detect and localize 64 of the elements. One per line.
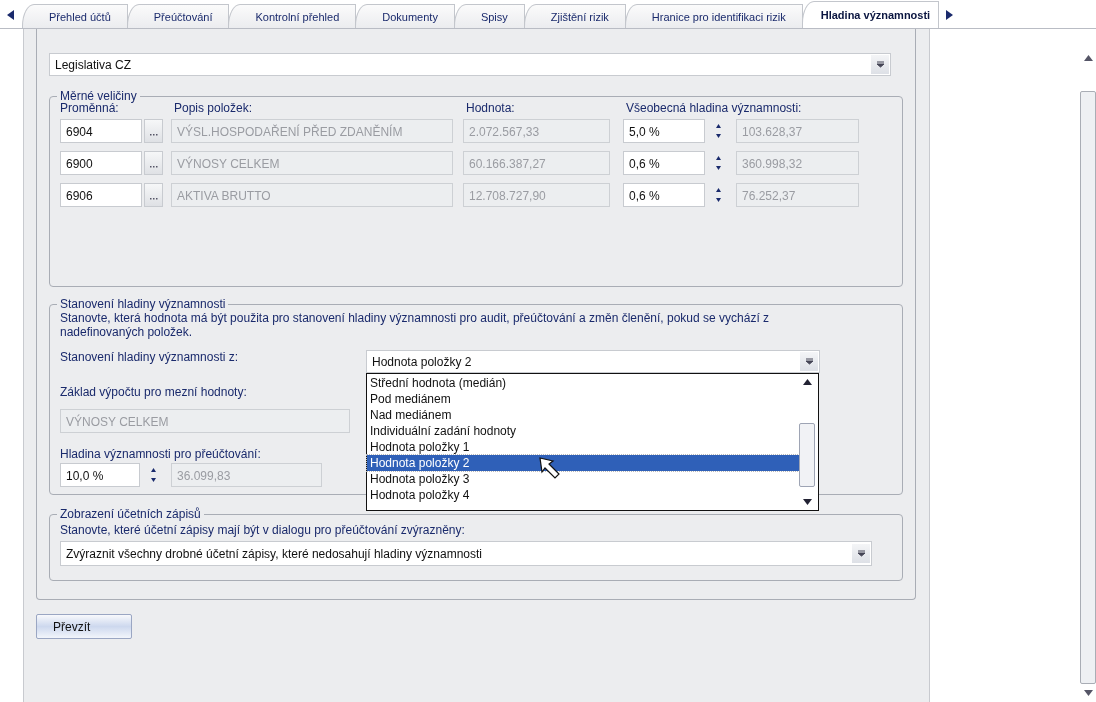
left-arrow-icon bbox=[7, 10, 15, 20]
list-option[interactable]: Hodnota položky 3 bbox=[367, 471, 799, 487]
value-field: 2.072.567,33 bbox=[463, 119, 610, 143]
legislation-select[interactable]: Legislativa CZ bbox=[49, 53, 891, 76]
list-option[interactable]: Hodnota položky 4 bbox=[367, 487, 799, 503]
list-option[interactable]: Hodnota položky 1 bbox=[367, 439, 799, 455]
list-option[interactable]: Střední hodnota (medián) bbox=[367, 375, 799, 391]
tab[interactable]: Přehled účtů bbox=[22, 4, 128, 28]
amount-field: 76.252,37 bbox=[736, 183, 859, 207]
tab[interactable]: Spisy bbox=[453, 4, 525, 28]
variable-field[interactable]: 6900 bbox=[60, 151, 142, 175]
group-title: Měrné veličiny bbox=[59, 89, 138, 103]
list-option[interactable]: Hodnota položky 2 bbox=[367, 455, 799, 471]
description-field: VÝSL.HOSPODAŘENÍ PŘED ZDANĚNÍM bbox=[171, 119, 453, 143]
percent-field[interactable]: 0,6 % bbox=[623, 183, 705, 207]
down-arrow-icon bbox=[802, 499, 812, 505]
percent-field[interactable]: 10,0 % bbox=[60, 463, 140, 487]
tab[interactable]: Dokumenty bbox=[355, 4, 455, 28]
group-title: Zobrazení účetních zápisů bbox=[59, 507, 202, 521]
column-header: Proměnná: bbox=[60, 101, 119, 115]
column-header: Popis položek: bbox=[174, 101, 254, 115]
tab[interactable]: Kontrolní přehled bbox=[228, 4, 357, 28]
percent-field[interactable]: 5,0 % bbox=[623, 119, 705, 143]
tab[interactable]: Přeúčtování bbox=[126, 4, 230, 28]
up-down-icon bbox=[149, 466, 157, 484]
description-field: AKTIVA BRUTTO bbox=[171, 183, 453, 207]
field-label: Stanovte, které účetní zápisy mají být v dialogu pro přeúčtování zvýrazněny: bbox=[60, 523, 465, 537]
value-field: 60.166.387,27 bbox=[463, 151, 610, 175]
field-label: Základ výpočtu pro mezní hodnoty: bbox=[60, 385, 247, 399]
apply-button[interactable]: Převzít bbox=[36, 614, 132, 639]
column-header: Všeobecná hladina významnosti: bbox=[626, 101, 802, 115]
description-text: Stanovte, která hodnota má být použita pro stanovení hladiny významnosti pro audit, přeúčtování a změn členění, pokud se vychází z nadefinovaných položek. bbox=[60, 311, 771, 339]
up-down-icon bbox=[714, 186, 722, 204]
group-title: Stanovení hladiny významnosti bbox=[59, 297, 227, 311]
value-field: 12.708.727,90 bbox=[463, 183, 610, 207]
list-option[interactable]: Nad mediánem bbox=[367, 407, 799, 423]
amount-field: 36.099,83 bbox=[171, 463, 322, 487]
source-select[interactable]: Hodnota položky 2 bbox=[366, 350, 820, 373]
up-down-icon bbox=[714, 122, 722, 140]
tab[interactable]: Hladina významnosti bbox=[801, 1, 940, 28]
right-arrow-icon bbox=[945, 10, 954, 20]
entries-select[interactable]: Zvýraznit všechny drobné účetní zápisy, které nedosahují hladiny významnosti bbox=[60, 541, 872, 566]
tab[interactable]: Hranice pro identifikaci rizik bbox=[624, 4, 803, 28]
dropdown-icon bbox=[804, 358, 814, 365]
column-header: Hodnota: bbox=[466, 101, 516, 115]
down-arrow-icon bbox=[1083, 690, 1093, 696]
variable-field[interactable]: 6904 bbox=[60, 119, 142, 143]
variable-field[interactable]: 6906 bbox=[60, 183, 142, 207]
description-field: VÝNOSY CELKEM bbox=[171, 151, 453, 175]
dropdown-icon bbox=[856, 550, 866, 557]
up-down-icon bbox=[714, 154, 722, 172]
percent-field[interactable]: 0,6 % bbox=[623, 151, 705, 175]
tab[interactable]: Zjištění rizik bbox=[523, 4, 626, 28]
up-arrow-icon bbox=[1083, 55, 1093, 61]
list-option[interactable]: Pod mediánem bbox=[367, 391, 799, 407]
list-option[interactable]: Individuální zadání hodnoty bbox=[367, 423, 799, 439]
field-label: Hladina významnosti pro přeúčtování: bbox=[60, 447, 261, 461]
base-field: VÝNOSY CELKEM bbox=[60, 409, 350, 433]
amount-field: 103.628,37 bbox=[736, 119, 859, 143]
field-label: Stanovení hladiny významnosti z: bbox=[60, 350, 240, 364]
amount-field: 360.998,32 bbox=[736, 151, 859, 175]
dropdown-icon bbox=[875, 61, 885, 68]
scrollbar[interactable] bbox=[1080, 29, 1096, 702]
up-arrow-icon bbox=[802, 379, 812, 385]
